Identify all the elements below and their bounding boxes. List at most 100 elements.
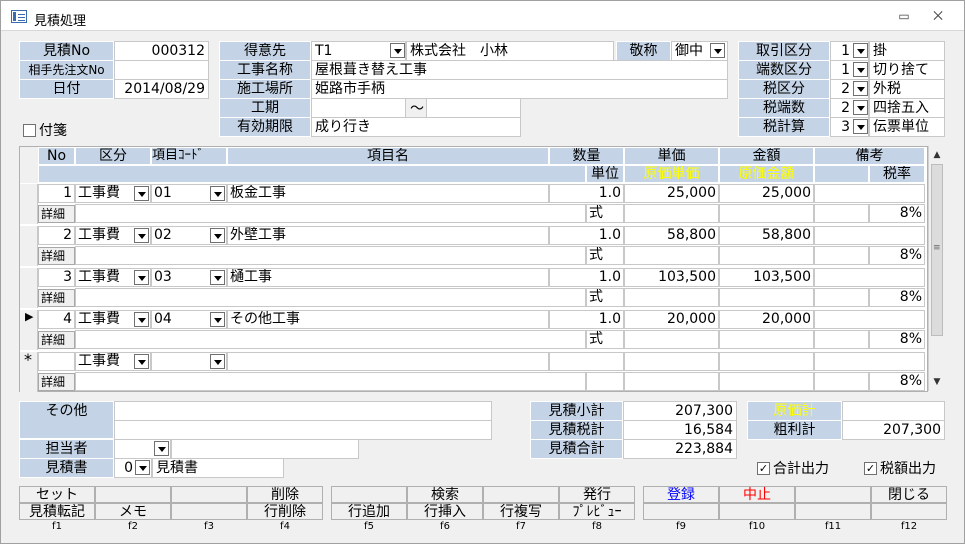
new-row-name[interactable] [227,352,549,371]
staff-dropdown[interactable] [154,441,169,456]
customer-name-field[interactable]: 株式会社 小林 [406,41,614,61]
sum-output-checkbox[interactable]: ✓ [757,462,770,475]
doc-dropdown[interactable] [135,460,150,475]
row-code-dropdown[interactable] [210,228,225,243]
row-no[interactable]: 1 [38,184,75,203]
row-cost-price[interactable] [624,204,719,223]
row-detail-button[interactable]: 詳細 [38,289,75,307]
row-price[interactable]: 25,000 [624,184,719,203]
row-detail[interactable] [75,330,586,349]
fkey-cancel-top[interactable]: 中止 [719,486,795,503]
project-field[interactable]: 屋根葺き替え工事 [311,60,728,80]
fkey-f3-top[interactable] [171,486,247,503]
fkey-cancel-bottom[interactable] [719,503,795,520]
new-row-no[interactable] [38,352,75,371]
fkey-register-top[interactable]: 登録 [643,486,719,503]
row-cost-price[interactable] [624,246,719,265]
row-cost-amount[interactable] [719,204,814,223]
close-button[interactable]: ⨉ [928,9,948,23]
row-selector[interactable] [20,268,38,308]
scroll-up-icon[interactable]: ▲ [929,147,945,163]
fkey-memo-top[interactable] [95,486,171,503]
row-detail[interactable] [75,246,586,265]
row-detail-button[interactable]: 詳細 [38,205,75,223]
row-price[interactable]: 58,800 [624,226,719,245]
new-row-amount[interactable] [719,352,814,371]
row-note2[interactable] [814,204,869,223]
site-field[interactable]: 姫路市手柄 [311,79,728,99]
tax-output-checkbox[interactable]: ✓ [864,462,877,475]
fkey-set-top[interactable]: セット [19,486,95,503]
fkey-copy-row-bottom[interactable]: 行複写 [483,503,559,520]
row-qty[interactable]: 1.0 [549,184,624,203]
fkey-register-bottom[interactable] [643,503,719,520]
fkey-add-row-top[interactable] [331,486,407,503]
new-row-qty[interactable] [549,352,624,371]
new-row-cost-amount[interactable] [719,372,814,391]
new-row-unit[interactable] [586,372,624,391]
row-note[interactable] [814,310,925,329]
row-note2[interactable] [814,246,869,265]
row-detail-button[interactable]: 詳細 [38,247,75,265]
row-unit[interactable]: 式 [586,288,624,307]
fkey-delete-top[interactable]: 削除 [247,486,323,503]
new-row-note2[interactable] [814,372,869,391]
fkey-copy-row-top[interactable] [483,486,559,503]
row-cost-price[interactable] [624,330,719,349]
fkey-f11-bottom[interactable] [795,503,871,520]
row-price[interactable]: 20,000 [624,310,719,329]
row-no[interactable]: 3 [38,268,75,287]
row-category-dropdown[interactable] [134,186,149,201]
fkey-search-top[interactable]: 検索 [407,486,483,503]
row-no[interactable]: 4 [38,310,75,329]
other-field-2[interactable] [114,420,492,440]
row-category-dropdown[interactable] [134,312,149,327]
row-no[interactable]: 2 [38,226,75,245]
fkey-search-bottom[interactable]: 行挿入 [407,503,483,520]
row-item-name[interactable]: 樋工事 [227,268,549,287]
row-amount[interactable]: 58,800 [719,226,814,245]
estimate-no-field[interactable]: 000312 [114,41,209,61]
row-code-dropdown[interactable] [210,186,225,201]
row-amount[interactable]: 20,000 [719,310,814,329]
row-category-dropdown[interactable] [134,270,149,285]
row-unit[interactable]: 式 [586,246,624,265]
grid-scrollbar[interactable]: ▲ ≡ ▼ [928,146,945,391]
row-code-dropdown[interactable] [210,270,225,285]
new-row-code-dropdown[interactable] [210,354,225,369]
row-unit[interactable]: 式 [586,330,624,349]
row-note[interactable] [814,184,925,203]
fkey-close-bottom[interactable] [871,503,947,520]
period-to-field[interactable] [426,98,521,118]
fkey-issue-bottom[interactable]: ﾌﾟﾚﾋﾞｭｰ [559,503,635,520]
tax-rounding-dropdown[interactable] [853,100,868,115]
row-cost-amount[interactable] [719,246,814,265]
new-row-category-dropdown[interactable] [134,354,149,369]
row-detail[interactable] [75,204,586,223]
fkey-add-row-bottom[interactable]: 行追加 [331,503,407,520]
row-tax-rate[interactable]: 8% [869,204,925,223]
row-amount[interactable]: 103,500 [719,268,814,287]
row-tax-rate[interactable]: 8% [869,246,925,265]
row-tax-rate[interactable]: 8% [869,288,925,307]
fkey-set-bottom[interactable]: 見積転記 [19,503,95,520]
row-cost-amount[interactable] [719,330,814,349]
row-unit[interactable]: 式 [586,204,624,223]
tax-type-dropdown[interactable] [853,81,868,96]
fkey-f11-top[interactable] [795,486,871,503]
row-selector[interactable]: ▶ [20,310,38,350]
fkey-f3-bottom[interactable] [171,503,247,520]
row-price[interactable]: 103,500 [624,268,719,287]
fkey-close-top[interactable]: 閉じる [871,486,947,503]
tax-calc-dropdown[interactable] [853,119,868,134]
date-field[interactable]: 2014/08/29 [114,79,209,99]
minimize-button[interactable]: ▭ [894,9,914,23]
new-row-detail[interactable] [75,372,586,391]
new-row-tax-rate[interactable]: 8% [869,372,925,391]
sticky-checkbox[interactable] [23,124,36,137]
row-selector[interactable] [20,184,38,224]
row-qty[interactable]: 1.0 [549,226,624,245]
row-cost-price[interactable] [624,288,719,307]
new-row-detail-button[interactable]: 詳細 [38,373,75,391]
honorific-dropdown[interactable] [710,43,725,58]
